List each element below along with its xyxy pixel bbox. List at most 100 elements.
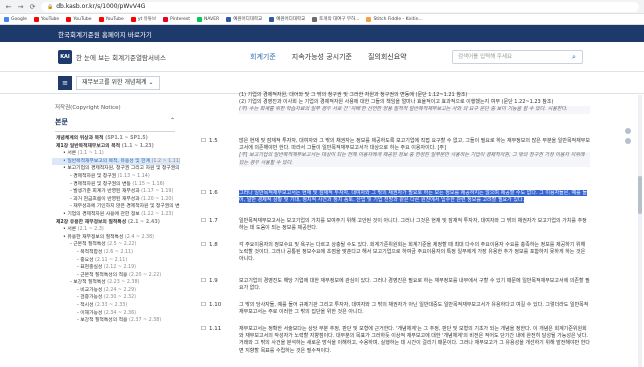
- quick-actions: [625, 128, 632, 146]
- bookmark-item[interactable]: 예원어디대학교: [269, 16, 305, 22]
- toc-item[interactable]: - 과거 현금흐름이 반영된 재무성과 (1.20 ~ 1.20): [52, 196, 180, 204]
- paragraph-text: 많은 현재 및 잠재적 투자자, 대여자와 그 밖의 채권자는 정보를 제공하도…: [239, 138, 590, 167]
- toc-item[interactable]: - 보강적 질적특성의 적용 (2.37 ~ 2.38): [52, 317, 180, 325]
- toc-item[interactable]: - 표현충실성 (2.12 ~ 2.19): [52, 264, 180, 272]
- copyright-link[interactable]: 저작권(Copyright Notice): [55, 103, 180, 111]
- bookmark-item[interactable]: yt 유튜브: [130, 16, 156, 22]
- search-input[interactable]: 검색어를 입력해 주세요 ⌕: [452, 50, 583, 64]
- toc-item[interactable]: 개념체계의 위상과 목적 (SP1.1 ~ SP1.5): [52, 135, 180, 143]
- back-icon[interactable]: ←: [5, 3, 12, 11]
- toc-item-range: (1.22 ~ 1.23): [141, 211, 174, 217]
- toc-item-range: (2.20 ~ 2.22): [128, 272, 162, 278]
- nav-standards[interactable]: 회계기준: [250, 52, 276, 62]
- bookmark-checkbox-icon[interactable]: ☐: [201, 302, 206, 309]
- toc-item[interactable]: 제1장 일반목적재무보고의 목적 (1.1 ~ 1.23): [52, 143, 180, 151]
- toc-item[interactable]: - 근본적 질적특성 (2.5 ~ 2.22): [52, 241, 180, 249]
- scrollbar-thumb[interactable]: [638, 176, 642, 214]
- toc-item[interactable]: • 보고기업의 경제적자원, 청구권 그리고 자원 및 청구권의 변동에 관한 …: [52, 165, 180, 173]
- toc-item[interactable]: - 근본적 질적특성의 적용 (2.20 ~ 2.22): [52, 272, 180, 280]
- toc-item[interactable]: • 기업의 경제적자원 사용에 관한 정보 (1.22 ~ 1.23): [52, 211, 180, 219]
- paragraph-text: 각 주요이용자의 정보수요 및 욕구는 다르고 상충될 수도 있다. 회계기준위…: [239, 242, 586, 263]
- toc-item-label: 개념체계의 위상과 목적: [56, 136, 106, 141]
- bookmark-label: 토게의 대여구 무하...: [319, 17, 360, 22]
- paragraph-text: 그러나 일반목적재무보고서는 현재 및 잠재적 투자자, 대여자와 그 밖의 채…: [239, 190, 587, 204]
- bookmark-checkbox-icon[interactable]: ☐: [201, 190, 206, 197]
- search-icon[interactable]: ⌕: [569, 52, 579, 62]
- toc-item[interactable]: - 중요성 (2.11 ~ 2.11): [52, 257, 180, 265]
- paragraph-number: 1.5: [209, 138, 218, 144]
- toc-item-label: • 유용한 재무정보의 질적특성: [63, 234, 125, 240]
- toc-item[interactable]: • 유용한 재무정보의 질적특성 (2.4 ~ 2.38): [52, 234, 180, 242]
- scrollbar[interactable]: [638, 95, 642, 367]
- bookmark-favicon-icon: [130, 16, 136, 22]
- bookmark-checkbox-icon[interactable]: ☐: [201, 326, 206, 333]
- toc-item[interactable]: - 경제적자원 및 청구권의 변동 (1.15 ~ 1.16): [52, 181, 180, 189]
- bookmark-item[interactable]: Stitch Fiddle - Knitin...: [366, 16, 423, 22]
- paragraph-text: 재무보고서는 정확한 서술보다는 상당 부분 추정, 판단 및 모형에 근거한다…: [239, 326, 590, 354]
- toc-item-label: - 검증가능성: [77, 295, 104, 301]
- toc-item[interactable]: 제2장 유용한 재무정보의 질적특성 (2.1 ~ 2.43): [52, 219, 180, 227]
- toc-item-label: 제1장 일반목적재무보고의 목적: [56, 143, 122, 149]
- toc-item-label: - 표현충실성: [77, 265, 104, 271]
- bookmark-item[interactable]: 토게의 대여구 무하...: [312, 16, 359, 22]
- toc-section-header[interactable]: 본문 ⌃: [55, 117, 175, 127]
- bookmark-favicon-icon: [366, 16, 372, 22]
- toc-item[interactable]: - 발생기준 회계가 반영된 재무성과 (1.17 ~ 1.19): [52, 188, 180, 196]
- url-field[interactable]: 🔒 db.kasb.or.kr/s/1000/pWvV4G: [41, 1, 639, 12]
- toc-item[interactable]: - 목적적합성 (2.6 ~ 2.11): [52, 249, 180, 257]
- bookmark-checkbox-icon[interactable]: ☐: [201, 242, 206, 249]
- document-body: (1) 기업의 경제적자원, 대어와 및 그 밖의 청구권 및 그러한 자원과 …: [186, 88, 608, 367]
- bookmark-label: 예원어디대학교: [233, 17, 263, 22]
- toc-item-label: - 재무성과에 기인하지 않은 경제적자원 및 청구권의 변동: [70, 204, 180, 210]
- bookmark-checkbox-icon[interactable]: ☐: [201, 138, 206, 145]
- reload-icon[interactable]: ⟳: [29, 3, 36, 11]
- circle-button-icon[interactable]: [625, 138, 631, 144]
- toc-item-label: - 경제적자원 및 청구권의 변동: [70, 181, 133, 187]
- bookmark-favicon-icon: [163, 16, 169, 22]
- hamburger-icon[interactable]: ≡: [58, 75, 72, 90]
- toc-item[interactable]: - 보강적 질적특성 (2.23 ~ 2.38): [52, 279, 180, 287]
- toc-item[interactable]: - 적시성 (2.33 ~ 2.33): [52, 302, 180, 310]
- toc-item-range: (2.30 ~ 2.32): [103, 295, 137, 301]
- nav-sustainability[interactable]: 지속가능성 공시기준: [292, 52, 352, 62]
- homepage-banner[interactable]: 한국회계기준원 홈페이지 바로가기: [0, 25, 644, 42]
- toc-item-range: (1.17 ~ 1.19): [141, 189, 174, 195]
- site-header: KAI 한 눈에 보는 회계기준열람서비스 회계기준 지속가능성 공시기준 질의…: [0, 42, 644, 72]
- url-text: db.kasb.or.kr/s/1000/pWvV4G: [56, 2, 146, 10]
- toc-item[interactable]: • 일반목적재무보고의 목적, 유용성 및 한계 (1.2 ~ 1.11): [52, 157, 180, 166]
- toc-item-label: - 보강적 질적특성의 적용: [77, 318, 129, 324]
- toc-item-label: - 근본적 질적특성의 적용: [77, 272, 129, 278]
- paragraph-note: (주) 수는 회계를 위한 학습자료의 일부 경우 서로 간 '지배'한 선언한…: [239, 106, 590, 114]
- bookmark-checkbox-icon[interactable]: ☐: [201, 218, 206, 225]
- bookmark-item[interactable]: NAVER: [196, 16, 219, 22]
- toc-item-label: - 경제적자원 및 청구권: [70, 173, 118, 179]
- toc-item[interactable]: - 이해가능성 (2.34 ~ 2.36): [52, 310, 180, 318]
- divider: [55, 131, 175, 132]
- bookmark-item[interactable]: Google: [4, 16, 27, 22]
- bookmark-checkbox-icon[interactable]: ☐: [201, 278, 206, 285]
- toc-item-range: (1.20 ~ 1.20): [141, 196, 174, 202]
- framework-select[interactable]: 재무보고를 위한 개념체계 ⌄: [76, 75, 160, 90]
- nav-qa-summary[interactable]: 질의회신요약: [368, 52, 407, 62]
- toc-item-range: (2.4 ~ 2.38): [124, 234, 155, 240]
- paragraph-note: [주] 보고기업의 일반목적재무보고서는 대상이 되는 전체 이용자에게 제공된…: [239, 152, 590, 167]
- bookmark-item[interactable]: Pinterest: [163, 16, 190, 22]
- bookmark-item[interactable]: YouTube: [98, 16, 124, 22]
- toc-item[interactable]: - 검증가능성 (2.30 ~ 2.32): [52, 294, 180, 302]
- toc-item-label: • 보고기업의 경제적자원, 청구권 그리고 자원 및 청구권의 변동에 관한 …: [63, 166, 180, 172]
- toc-item-range: (2.34 ~ 2.36): [103, 310, 137, 316]
- bookmark-item[interactable]: YouTube: [66, 16, 92, 22]
- bookmark-item[interactable]: 예원어디대학교: [226, 16, 262, 22]
- toc-item[interactable]: - 비교가능성 (2.24 ~ 2.29): [52, 287, 180, 295]
- forward-icon[interactable]: →: [17, 3, 24, 11]
- toc-item[interactable]: • 서론 (2.1 ~ 2.3): [52, 226, 180, 234]
- toc-item[interactable]: - 경제적자원 및 청구권 (1.13 ~ 1.14): [52, 173, 180, 181]
- paragraph-number: 1.10: [209, 302, 222, 308]
- kai-logo[interactable]: KAI: [58, 49, 72, 64]
- bookmark-label: YouTube: [40, 16, 60, 22]
- toc-item-label: - 이해가능성: [77, 310, 104, 316]
- circle-button-icon[interactable]: [625, 128, 631, 134]
- toc-item[interactable]: • 서론 (1.1 ~ 1.1): [52, 150, 180, 158]
- bookmark-item[interactable]: YouTube: [33, 16, 60, 22]
- toc-item[interactable]: - 재무성과에 기인하지 않은 경제적자원 및 청구권의 변동 (1.21 ~ …: [52, 203, 180, 211]
